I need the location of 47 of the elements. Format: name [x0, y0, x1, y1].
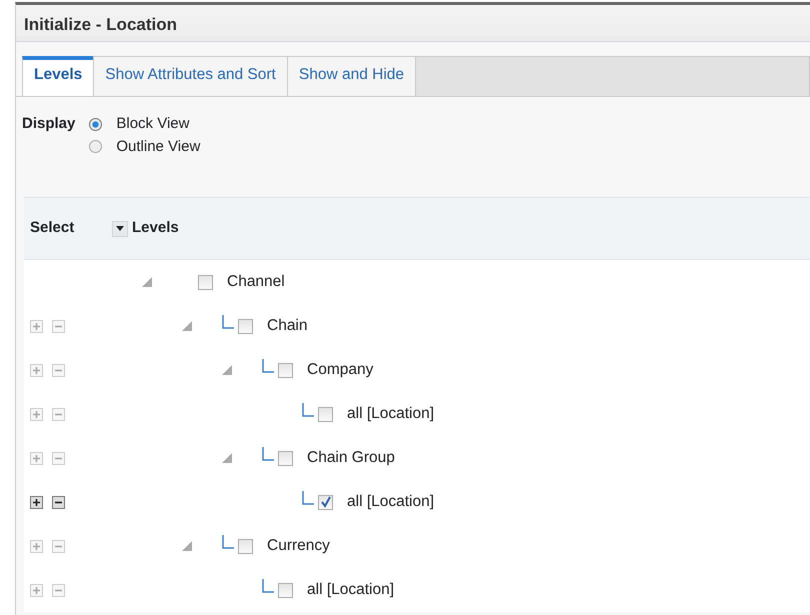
- plus-icon: [32, 542, 41, 550]
- dialog-title: Initialize - Location: [16, 5, 810, 42]
- remove-button[interactable]: [52, 496, 65, 508]
- checkbox[interactable]: [198, 274, 213, 290]
- connector-line: [262, 579, 274, 594]
- expanded-icon[interactable]: [222, 365, 232, 376]
- radio-button[interactable]: [89, 118, 102, 131]
- checkbox[interactable]: [318, 494, 333, 510]
- checkbox[interactable]: [238, 318, 253, 334]
- level-label: all [Location]: [347, 492, 434, 512]
- expanded-icon[interactable]: [182, 321, 192, 332]
- display-label: Display: [22, 114, 76, 134]
- checkbox[interactable]: [238, 538, 253, 554]
- level-label: Channel: [227, 272, 285, 292]
- level-label: Chain Group: [307, 448, 395, 468]
- connector-line: [302, 491, 314, 506]
- column-header: Levels: [131, 218, 179, 238]
- connector-line: [302, 403, 314, 418]
- connector-line: [222, 315, 234, 330]
- connector-line: [262, 447, 274, 462]
- checkbox[interactable]: [278, 582, 293, 598]
- level-label: Currency: [267, 536, 330, 556]
- expanded-icon[interactable]: [142, 277, 152, 288]
- checkbox[interactable]: [318, 406, 333, 422]
- plus-icon: [32, 586, 41, 594]
- plus-icon: [32, 366, 41, 374]
- level-label: all [Location]: [307, 580, 394, 600]
- plus-icon: [32, 498, 41, 506]
- plus-icon: [32, 322, 41, 330]
- plus-icon: [32, 410, 41, 418]
- checkbox[interactable]: [278, 450, 293, 466]
- expanded-icon[interactable]: [182, 541, 192, 552]
- radio-button[interactable]: [89, 140, 102, 154]
- dropdown-icon[interactable]: [112, 220, 128, 236]
- column-header: Select: [29, 218, 76, 238]
- level-label: Company: [307, 360, 374, 380]
- plus-icon: [32, 454, 41, 462]
- add-button[interactable]: [30, 496, 43, 508]
- radio-label: Outline View: [116, 136, 200, 156]
- tab[interactable]: Levels: [22, 56, 94, 96]
- radio-label: Block View: [116, 114, 190, 134]
- connector-line: [222, 535, 234, 550]
- checkbox[interactable]: [278, 362, 293, 378]
- level-label: all [Location]: [347, 404, 434, 424]
- level-label: Chain: [267, 316, 308, 336]
- expanded-icon[interactable]: [222, 453, 232, 464]
- connector-line: [262, 359, 274, 374]
